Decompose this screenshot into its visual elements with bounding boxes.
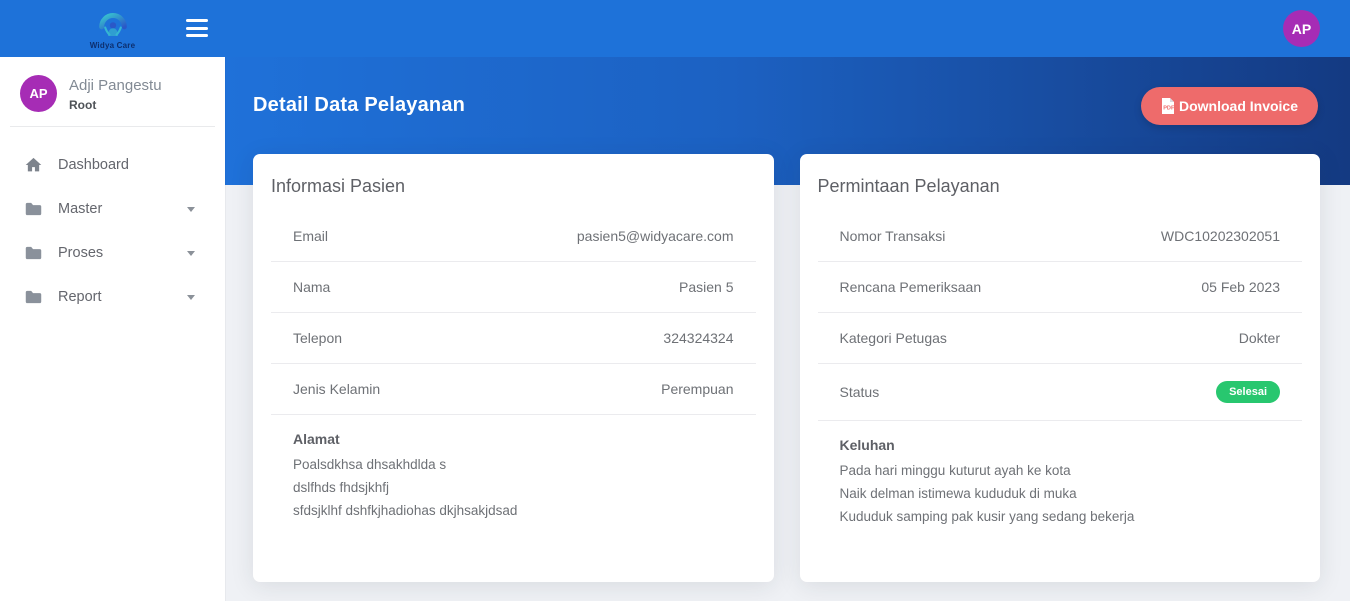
- detail-row-status: Status Selesai: [818, 364, 1303, 421]
- page-header: Detail Data Pelayanan PDF Download Invoi…: [225, 57, 1350, 154]
- sidebar-item-report[interactable]: Report: [0, 275, 225, 319]
- detail-block-alamat: Alamat Poalsdkhsa dhsakhdlda s dslfhds f…: [271, 415, 756, 530]
- card-informasi-pasien: Informasi Pasien Email pasien5@widyacare…: [253, 154, 774, 582]
- cards-container: Informasi Pasien Email pasien5@widyacare…: [225, 154, 1350, 582]
- hamburger-icon: [186, 34, 208, 37]
- top-navbar: Widya Care AP: [0, 0, 1350, 57]
- main-content: Detail Data Pelayanan PDF Download Invoi…: [225, 57, 1350, 601]
- sidebar-item-master[interactable]: Master: [0, 187, 225, 231]
- row-label: Telepon: [293, 330, 342, 346]
- hamburger-icon: [186, 19, 208, 22]
- detail-row-nomor-transaksi: Nomor Transaksi WDC10202302051: [818, 211, 1303, 262]
- sidebar-item-label: Master: [58, 201, 102, 217]
- sidebar-item-proses[interactable]: Proses: [0, 231, 225, 275]
- download-invoice-button[interactable]: PDF Download Invoice: [1141, 87, 1318, 125]
- sidebar-item-dashboard[interactable]: Dashboard: [0, 143, 225, 187]
- sidebar-user-role: Root: [69, 98, 162, 112]
- download-invoice-label: Download Invoice: [1179, 98, 1298, 114]
- svg-text:PDF: PDF: [1163, 105, 1175, 111]
- pdf-file-icon: PDF: [1161, 98, 1175, 114]
- row-label: Rencana Pemeriksaan: [840, 279, 982, 295]
- detail-row-telepon: Telepon 324324324: [271, 313, 756, 364]
- folder-icon: [25, 201, 42, 218]
- block-line: Pada hari minggu kuturut ayah ke kota: [840, 459, 1281, 482]
- row-label: Email: [293, 228, 328, 244]
- sidebar-item-label: Report: [58, 289, 102, 305]
- detail-block-keluhan: Keluhan Pada hari minggu kuturut ayah ke…: [818, 421, 1303, 536]
- home-icon: [25, 157, 42, 174]
- hamburger-icon: [186, 27, 208, 30]
- block-line: Poalsdkhsa dhsakhdlda s: [293, 453, 734, 476]
- detail-row-nama: Nama Pasien 5: [271, 262, 756, 313]
- user-avatar[interactable]: AP: [1283, 10, 1320, 47]
- block-line: Naik delman istimewa kududuk di muka: [840, 482, 1281, 505]
- sidebar-user-profile: AP Adji Pangestu Root: [0, 57, 225, 126]
- sidebar-item-label: Proses: [58, 245, 103, 261]
- card-title: Informasi Pasien: [271, 176, 756, 211]
- row-label: Jenis Kelamin: [293, 381, 380, 397]
- row-value: Pasien 5: [679, 279, 733, 295]
- brand-name: Widya Care: [90, 41, 136, 50]
- sidebar-user-name: Adji Pangestu: [69, 76, 162, 95]
- card-title: Permintaan Pelayanan: [818, 176, 1303, 211]
- detail-row-email: Email pasien5@widyacare.com: [271, 211, 756, 262]
- row-label: Status: [840, 384, 880, 400]
- app-window: Widya Care AP AP Adji Pangestu Root Dash…: [0, 0, 1350, 601]
- sidebar: AP Adji Pangestu Root Dashboard Master: [0, 57, 225, 601]
- block-line: Kududuk samping pak kusir yang sedang be…: [840, 505, 1281, 528]
- block-label: Alamat: [293, 431, 734, 447]
- row-value: Dokter: [1239, 330, 1280, 346]
- sidebar-user-avatar: AP: [20, 75, 57, 112]
- row-value: 05 Feb 2023: [1201, 279, 1280, 295]
- status-badge: Selesai: [1216, 381, 1280, 403]
- detail-row-kategori-petugas: Kategori Petugas Dokter: [818, 313, 1303, 364]
- chevron-down-icon: [187, 295, 195, 300]
- row-value: 324324324: [663, 330, 733, 346]
- row-label: Nama: [293, 279, 330, 295]
- chevron-down-icon: [187, 207, 195, 212]
- block-line: sfdsjklhf dshfkjhadiohas dkjhsakjdsad: [293, 499, 734, 522]
- row-label: Kategori Petugas: [840, 330, 947, 346]
- chevron-down-icon: [187, 251, 195, 256]
- sidebar-item-label: Dashboard: [58, 157, 129, 173]
- sidebar-nav: Dashboard Master Proses Repor: [0, 127, 225, 319]
- menu-toggle-button[interactable]: [186, 17, 210, 39]
- row-label: Nomor Transaksi: [840, 228, 946, 244]
- detail-row-rencana-pemeriksaan: Rencana Pemeriksaan 05 Feb 2023: [818, 262, 1303, 313]
- row-value: WDC10202302051: [1161, 228, 1280, 244]
- page-title: Detail Data Pelayanan: [253, 94, 465, 117]
- folder-icon: [25, 245, 42, 262]
- widya-care-logo-icon: [96, 8, 130, 40]
- block-label: Keluhan: [840, 437, 1281, 453]
- row-value: pasien5@widyacare.com: [577, 228, 734, 244]
- block-line: dslfhds fhdsjkhfj: [293, 476, 734, 499]
- card-permintaan-pelayanan: Permintaan Pelayanan Nomor Transaksi WDC…: [800, 154, 1321, 582]
- row-value: Perempuan: [661, 381, 733, 397]
- detail-row-jenis-kelamin: Jenis Kelamin Perempuan: [271, 364, 756, 415]
- folder-icon: [25, 289, 42, 306]
